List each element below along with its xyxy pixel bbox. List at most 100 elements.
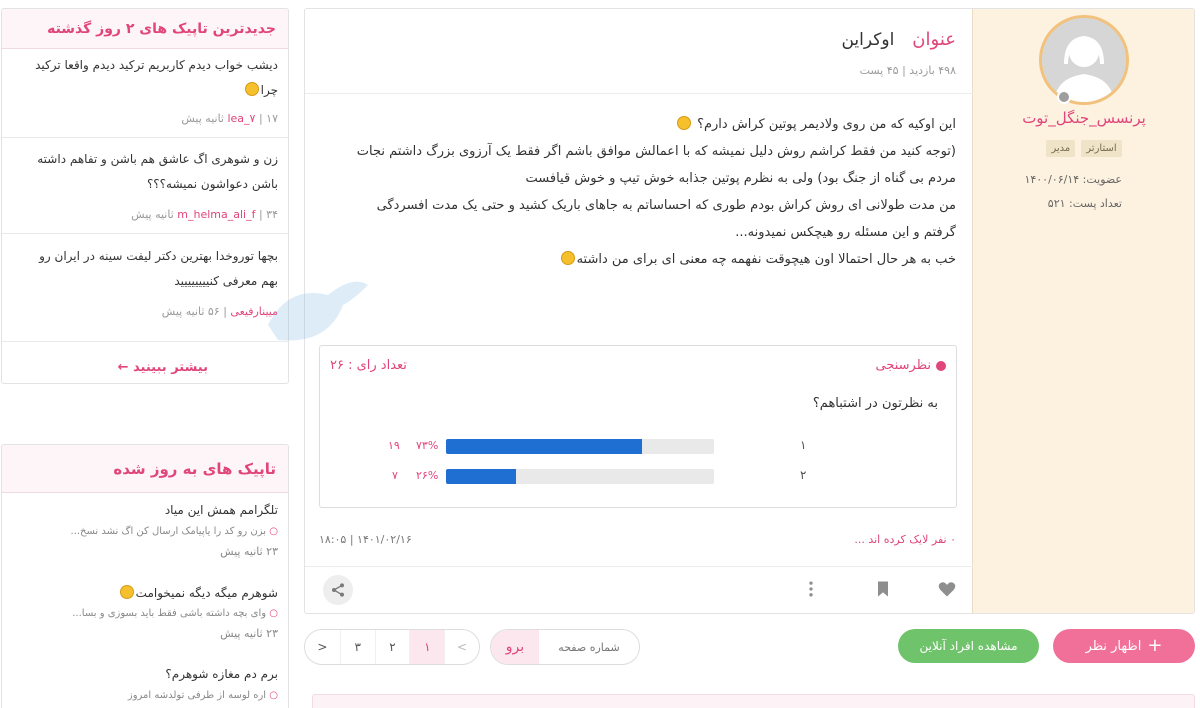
topic-title-line: دیشب خواب دیدم کاربریم ترکید دیدم واقعا … bbox=[35, 58, 278, 72]
topic-snippet-text: بزن رو کد را یاپیامک ارسال کن اگ نشد نسخ… bbox=[70, 526, 267, 537]
updated-topics-title: تاپیک های به روز شده bbox=[113, 459, 276, 478]
author-badges: استارتر مدیر bbox=[973, 140, 1194, 157]
member-since-label: عضویت: bbox=[1082, 173, 1122, 186]
poll-option-bar[interactable] bbox=[446, 469, 714, 484]
poll-label: نظرسنجی bbox=[876, 358, 946, 373]
comment-icon: ○ bbox=[269, 526, 278, 537]
topic-snippet: ○ اره لوسه از طرفی تولدشه امروز bbox=[128, 690, 278, 701]
body-line: گرفتم و این مسئله رو هیچکس نمیدونه... bbox=[735, 225, 956, 240]
topic-meta: lea_۷ | ۱۷ ثانیه پیش bbox=[181, 112, 278, 125]
post-body: این اوکیه که من روی ولادیمر پوتین کراش د… bbox=[316, 111, 956, 273]
topic-title-text: چرا bbox=[260, 83, 278, 97]
poll-option-bar[interactable] bbox=[446, 439, 714, 454]
share-icon bbox=[332, 583, 344, 597]
topic-title-line: بهم معرفی کنیییییییید bbox=[174, 274, 278, 288]
meta-separator: | bbox=[902, 64, 906, 77]
post-date: ۱۴۰۱/۰۲/۱۶ | ۱۸:۰۵ bbox=[319, 533, 412, 546]
next-post-card bbox=[312, 694, 1195, 708]
poll-option-percent: ۲۶% bbox=[416, 469, 439, 482]
body-line: این اوکیه که من روی ولادیمر پوتین کراش د… bbox=[316, 111, 956, 138]
poll-question: به نظرتون در اشتباهم؟ bbox=[812, 396, 938, 411]
poll-bar-fill bbox=[446, 469, 516, 484]
emoji-icon bbox=[676, 116, 691, 130]
page-3[interactable]: ۳ bbox=[339, 630, 375, 664]
latest-topics-header: جدیدترین تاپیک های ۲ روز گذشته bbox=[2, 9, 288, 49]
page-next[interactable]: > bbox=[305, 630, 340, 664]
topic-title[interactable]: دیشب خواب دیدم کاربریم ترکید دیدم واقعا … bbox=[8, 53, 278, 103]
offline-status-dot bbox=[1057, 90, 1071, 104]
body-line-text: این اوکیه که من روی ولادیمر پوتین کراش د… bbox=[697, 117, 956, 132]
topic-title[interactable]: بچها توروخدا بهترین دکتر لیفت سینه در ای… bbox=[8, 244, 278, 294]
more-vertical-icon[interactable] bbox=[801, 579, 821, 599]
see-more-label: بیشتر ببینید bbox=[133, 360, 208, 375]
emoji-icon bbox=[119, 585, 134, 599]
badge-starter: استارتر bbox=[1081, 140, 1122, 157]
goto-button[interactable]: برو bbox=[491, 630, 539, 664]
divider bbox=[2, 137, 288, 138]
page-2[interactable]: ۲ bbox=[374, 630, 410, 664]
body-line: خب به هر حال احتمالا اون هیچوقت نفهمه چه… bbox=[316, 246, 956, 273]
topic-title-line: بچها توروخدا بهترین دکتر لیفت سینه در ای… bbox=[39, 249, 278, 263]
bookmark-icon[interactable] bbox=[873, 579, 893, 599]
author-name[interactable]: پرنسس_جنگل_توت bbox=[973, 109, 1194, 127]
post-count-value: ۵۲۱ bbox=[1047, 197, 1066, 210]
poll-bar-fill bbox=[446, 439, 642, 454]
body-line: مردم بی گناه از جنگ بود) ولی به نظرم پوت… bbox=[525, 171, 956, 186]
topic-time: ۵۶ ثانیه پیش bbox=[161, 305, 220, 318]
topic-snippet-text: اره لوسه از طرفی تولدشه امروز bbox=[127, 690, 267, 701]
topic-title[interactable]: برم دم مغازه شوهرم؟ bbox=[165, 667, 278, 681]
see-more-link[interactable]: بیشتر ببینید ← bbox=[118, 360, 208, 375]
topic-meta: m_helma_ali_f | ۳۴ ثانیه پیش bbox=[131, 208, 278, 221]
body-line-text: خب به هر حال احتمالا اون هیچوقت نفهمه چه… bbox=[576, 252, 956, 267]
view-online-users-button[interactable]: مشاهده افراد آنلاین bbox=[898, 629, 1039, 663]
poll-option-label: ۱ bbox=[800, 438, 807, 452]
divider bbox=[305, 93, 973, 94]
add-comment-button[interactable]: + اظهار نظر bbox=[1053, 629, 1195, 663]
watermark-bird-icon bbox=[258, 255, 378, 355]
topic-title-line: چرا bbox=[8, 78, 278, 103]
comment-icon: ○ bbox=[269, 690, 278, 701]
topic-time: ۲۳ ثانیه پیش bbox=[220, 627, 278, 640]
poll-option-percent: ۷۳% bbox=[416, 439, 439, 452]
likes-link[interactable]: ۰ نفر لایک کرده اند ... bbox=[854, 533, 956, 546]
topic-title[interactable]: شوهرم میگه دیگه نمیخوامت bbox=[118, 585, 278, 600]
divider bbox=[2, 341, 288, 342]
page-prev[interactable]: < bbox=[444, 630, 479, 664]
topic-snippet: ○ وای بچه داشته باشی فقط باید بسوزی و بس… bbox=[72, 608, 278, 619]
page-number-input[interactable] bbox=[539, 630, 639, 664]
latest-topics-box: جدیدترین تاپیک های ۲ روز گذشته دیشب خواب… bbox=[1, 8, 289, 384]
post-count: تعداد پست: ۵۲۱ bbox=[1048, 197, 1122, 210]
view-count: ۴۹۸ بازدید bbox=[909, 64, 956, 77]
body-line: من مدت طولانی ای روش کراش بودم طوری که ا… bbox=[376, 198, 956, 213]
heart-icon[interactable] bbox=[937, 579, 957, 599]
divider bbox=[305, 566, 973, 567]
post-title: عنوان اوکراین bbox=[841, 29, 956, 50]
poll-option-count: ۷ bbox=[392, 469, 398, 482]
page-1[interactable]: ۱ bbox=[409, 630, 445, 664]
topic-author[interactable]: lea_۷ bbox=[227, 112, 255, 125]
topic-author[interactable]: m_helma_ali_f bbox=[177, 208, 255, 221]
author-panel: پرنسس_جنگل_توت استارتر مدیر عضویت: ۱۴۰۰/… bbox=[972, 9, 1194, 613]
post-meta: ۴۹۸ بازدید | ۴۵ پست bbox=[860, 64, 956, 77]
plus-icon: + bbox=[1147, 635, 1163, 656]
updated-topics-box: تاپیک های به روز شده تلگرامم همش این میا… bbox=[1, 444, 289, 708]
add-comment-label: اظهار نظر bbox=[1085, 638, 1142, 654]
topic-time: ۲۳ ثانیه پیش bbox=[220, 545, 278, 558]
badge-admin: مدیر bbox=[1046, 140, 1076, 157]
topic-title[interactable]: تلگرامم همش این میاد bbox=[165, 503, 278, 517]
comment-icon: ○ bbox=[269, 608, 278, 619]
poll-votes: تعداد رای : ۲۶ bbox=[330, 358, 407, 373]
poll-dot-icon bbox=[936, 360, 946, 371]
title-value: اوکراین bbox=[841, 30, 895, 50]
topic-title[interactable]: زن و شوهری اگ عاشق هم باشن و تفاهم داشته… bbox=[8, 147, 278, 197]
avatar[interactable] bbox=[1039, 15, 1129, 105]
divider bbox=[2, 233, 288, 234]
poll: نظرسنجی تعداد رای : ۲۶ به نظرتون در اشتب… bbox=[319, 345, 957, 508]
post-card: پرنسس_جنگل_توت استارتر مدیر عضویت: ۱۴۰۰/… bbox=[304, 8, 1195, 614]
poll-option-count: ۱۹ bbox=[388, 439, 400, 452]
poll-option-label: ۲ bbox=[800, 468, 807, 482]
latest-topics-title: جدیدترین تاپیک های ۲ روز گذشته bbox=[47, 20, 276, 37]
share-button[interactable] bbox=[323, 575, 353, 605]
pagination: > ۳ ۲ ۱ < bbox=[304, 629, 480, 665]
updated-topics-header: تاپیک های به روز شده bbox=[2, 445, 288, 493]
